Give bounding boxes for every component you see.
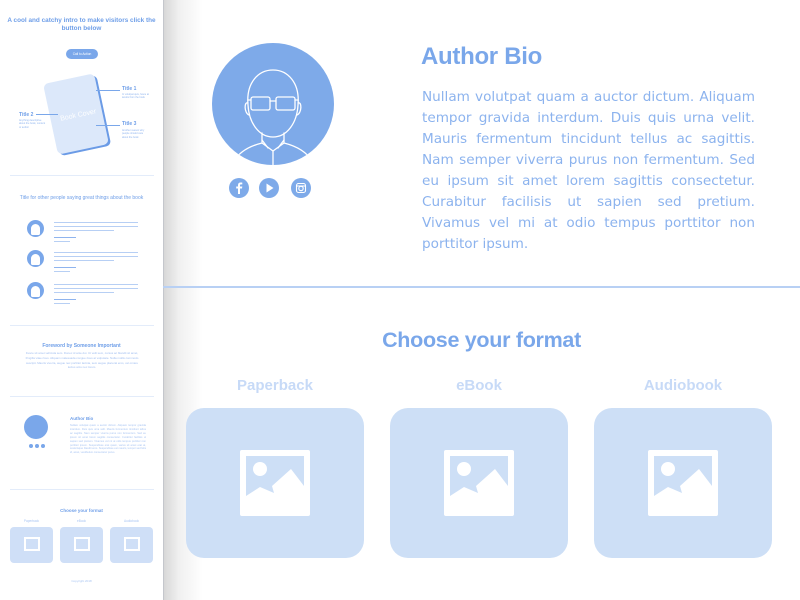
author-avatar bbox=[212, 43, 334, 165]
thumb-callout-line bbox=[36, 114, 58, 115]
thumb-callout-desc-3: Another reason why people should care ab… bbox=[122, 129, 145, 139]
text-line bbox=[54, 284, 138, 286]
thumb-callout-title-1: Title 1 bbox=[122, 86, 137, 92]
instagram-button[interactable] bbox=[291, 178, 311, 198]
formats-title: Choose your format bbox=[382, 328, 581, 352]
text-line bbox=[54, 260, 114, 262]
image-placeholder-icon bbox=[648, 450, 718, 516]
thumb-bio-title: Author Bio bbox=[70, 416, 94, 421]
thumb-format-card bbox=[110, 527, 153, 563]
facebook-icon bbox=[236, 182, 243, 194]
thumb-facebook-icon bbox=[29, 444, 33, 448]
text-line bbox=[54, 222, 138, 224]
thumb-format-label: Audiobook bbox=[123, 519, 140, 523]
format-label-ebook: eBook bbox=[456, 377, 502, 394]
thumb-author-avatar bbox=[24, 415, 48, 439]
text-line bbox=[54, 303, 70, 305]
thumb-callout-title-2: Title 2 bbox=[19, 112, 34, 118]
thumb-testimonial bbox=[27, 220, 147, 246]
thumb-testimonial-avatar bbox=[27, 282, 44, 299]
author-bio-title: Author Bio bbox=[421, 43, 542, 70]
thumb-testimonials-title: Title for other people saying great thin… bbox=[19, 195, 144, 201]
instagram-icon bbox=[295, 182, 307, 194]
section-divider bbox=[163, 286, 800, 288]
image-placeholder-icon bbox=[240, 450, 310, 516]
text-line bbox=[54, 256, 138, 258]
thumb-cta-button[interactable]: Call to Action bbox=[66, 49, 98, 59]
image-placeholder-icon bbox=[24, 537, 40, 551]
thumb-bio-text: Nullam volutpat quam a auctor dictum. Al… bbox=[70, 424, 146, 455]
thumb-callout-title-3: Title 3 bbox=[122, 121, 137, 127]
text-line bbox=[54, 292, 114, 294]
text-line bbox=[54, 271, 70, 273]
format-card-audiobook[interactable] bbox=[594, 408, 772, 558]
text-line bbox=[54, 267, 76, 269]
facebook-button[interactable] bbox=[229, 178, 249, 198]
thumb-callout-line bbox=[96, 125, 120, 126]
text-line bbox=[54, 237, 76, 239]
thumb-format-label: Paperback bbox=[23, 519, 40, 523]
page-thumbnail[interactable]: A cool and catchy intro to make visitors… bbox=[0, 0, 164, 600]
format-label-paperback: Paperback bbox=[237, 377, 313, 394]
thumb-divider bbox=[10, 396, 154, 397]
thumb-instagram-icon bbox=[41, 444, 45, 448]
text-line bbox=[54, 230, 114, 232]
thumb-formats-title: Choose your format bbox=[60, 508, 103, 513]
thumb-testimonial-avatar bbox=[27, 220, 44, 237]
thumb-format-card bbox=[60, 527, 103, 563]
image-placeholder-icon bbox=[124, 537, 140, 551]
author-bio-text: Nullam volutpat quam a auctor dictum. Al… bbox=[422, 89, 755, 252]
text-line bbox=[54, 288, 138, 290]
youtube-button[interactable] bbox=[259, 178, 279, 198]
text-line bbox=[54, 226, 138, 228]
format-label-audiobook: Audiobook bbox=[643, 377, 723, 394]
image-placeholder-icon bbox=[74, 537, 90, 551]
thumb-format-label: eBook bbox=[76, 519, 87, 523]
thumb-testimonial-avatar bbox=[27, 250, 44, 267]
text-line bbox=[54, 252, 138, 254]
person-with-glasses-icon bbox=[233, 69, 313, 165]
thumb-play-icon bbox=[35, 444, 39, 448]
thumb-divider bbox=[10, 489, 154, 490]
thumb-format-card bbox=[10, 527, 53, 563]
thumb-divider bbox=[10, 325, 154, 326]
play-icon bbox=[266, 183, 274, 193]
format-card-ebook[interactable] bbox=[390, 408, 568, 558]
thumb-copyright: Copyright 2018 bbox=[71, 579, 92, 583]
thumb-testimonial bbox=[27, 282, 147, 308]
image-placeholder-icon bbox=[444, 450, 514, 516]
thumb-foreword-text: Fusce sit amet vehicula sem. Donec id an… bbox=[25, 351, 139, 370]
thumb-foreword-title: Foreword by Someone Important bbox=[42, 343, 121, 349]
thumb-callout-line bbox=[96, 90, 120, 91]
format-card-paperback[interactable] bbox=[186, 408, 364, 558]
thumb-callout-desc-1: In volutpat quis, fusce at iaculis from … bbox=[122, 93, 149, 100]
text-line bbox=[54, 299, 76, 301]
text-line bbox=[54, 241, 70, 243]
thumb-testimonial bbox=[27, 250, 147, 276]
thumb-callout-desc-2: Anything descriptive about the book, con… bbox=[19, 119, 46, 129]
thumb-divider bbox=[10, 175, 154, 176]
thumb-intro-heading: A cool and catchy intro to make visitors… bbox=[7, 17, 156, 33]
